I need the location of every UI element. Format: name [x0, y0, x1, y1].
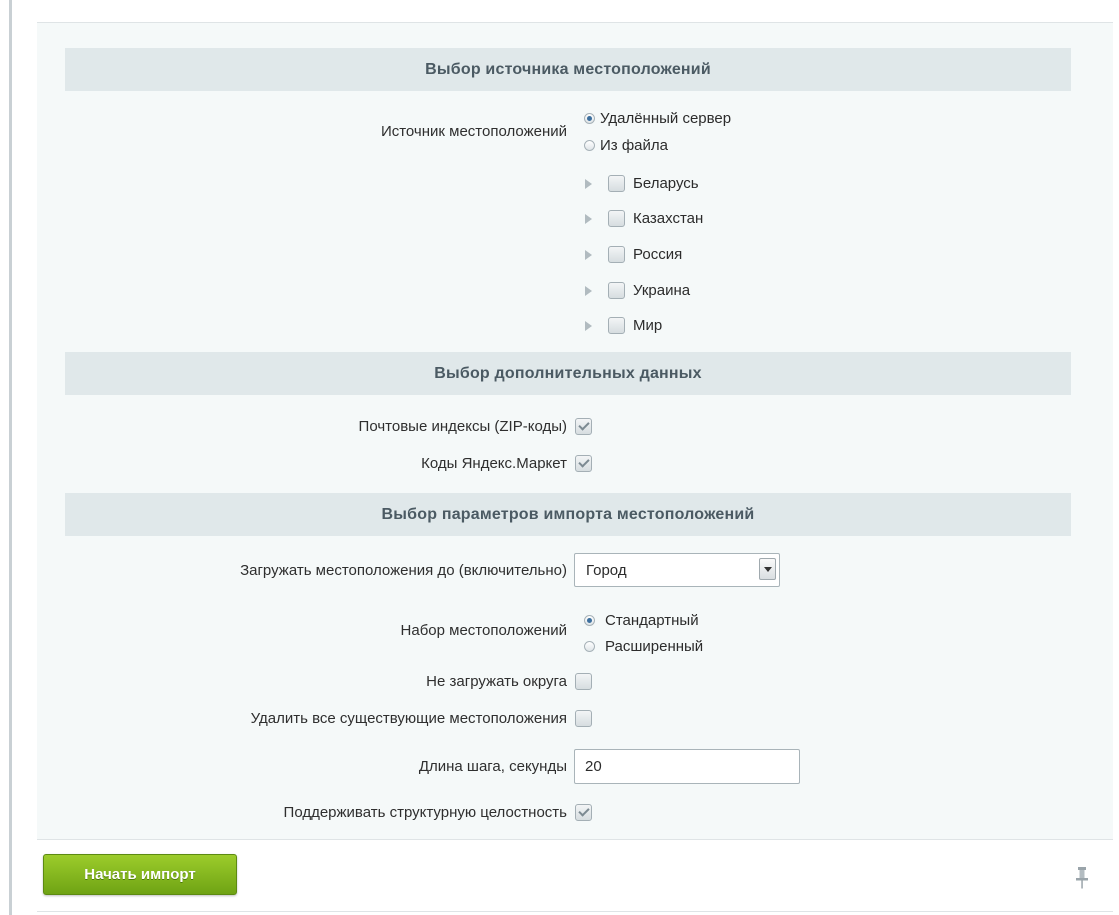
- section-header-extra: Выбор дополнительных данных: [65, 352, 1071, 395]
- country-label-kazakhstan: Казахстан: [633, 210, 704, 227]
- country-label-ukraine: Украина: [633, 282, 691, 299]
- panel-bottom-border: [37, 911, 1113, 912]
- expand-arrow-icon[interactable]: [585, 249, 592, 260]
- zip-codes-label: Почтовые индексы (ZIP-коды): [358, 418, 567, 435]
- radio-remote[interactable]: [584, 113, 595, 124]
- location-set-label: Набор местоположений: [400, 622, 567, 639]
- section-title-params: Выбор параметров импорта местоположений: [381, 505, 755, 523]
- radio-standard[interactable]: [584, 615, 595, 626]
- expand-arrow-icon[interactable]: [585, 213, 592, 224]
- radio-file[interactable]: [584, 140, 595, 151]
- integrity-checkbox[interactable]: [575, 804, 592, 821]
- section-header-params: Выбор параметров импорта местоположений: [65, 493, 1071, 536]
- step-length-input[interactable]: [574, 749, 800, 784]
- section-header-source: Выбор источника местоположений: [65, 48, 1071, 91]
- section-title-extra: Выбор дополнительных данных: [434, 364, 702, 382]
- expand-arrow-icon[interactable]: [585, 285, 592, 296]
- start-import-button[interactable]: Начать импорт: [43, 854, 237, 895]
- country-item-world[interactable]: Мир: [585, 317, 662, 334]
- radio-option-extended[interactable]: Расширенный: [584, 638, 703, 655]
- radio-extended-label: Расширенный: [605, 638, 704, 655]
- yandex-market-label: Коды Яндекс.Маркет: [421, 455, 567, 472]
- integrity-label: Поддерживать структурную целостность: [283, 804, 567, 821]
- load-until-label: Загружать местоположения до (включительн…: [240, 562, 567, 579]
- country-checkbox-world[interactable]: [608, 317, 625, 334]
- radio-standard-label: Стандартный: [605, 612, 699, 629]
- expand-arrow-icon[interactable]: [585, 320, 592, 331]
- radio-file-label: Из файла: [600, 137, 668, 154]
- radio-option-remote[interactable]: Удалённый сервер: [584, 110, 731, 127]
- country-checkbox-russia[interactable]: [608, 246, 625, 263]
- no-districts-label: Не загружать округа: [426, 673, 567, 690]
- country-item-kazakhstan[interactable]: Казахстан: [585, 210, 703, 227]
- radio-extended[interactable]: [584, 641, 595, 652]
- zip-codes-checkbox[interactable]: [575, 418, 592, 435]
- country-checkbox-ukraine[interactable]: [608, 282, 625, 299]
- load-until-select[interactable]: Город: [574, 553, 780, 587]
- section-title-source: Выбор источника местоположений: [425, 60, 711, 78]
- country-item-russia[interactable]: Россия: [585, 246, 682, 263]
- delete-existing-checkbox[interactable]: [575, 710, 592, 727]
- country-label-belarus: Беларусь: [633, 175, 699, 192]
- country-checkbox-belarus[interactable]: [608, 175, 625, 192]
- yandex-market-checkbox[interactable]: [575, 455, 592, 472]
- step-length-label: Длина шага, секунды: [418, 758, 567, 775]
- country-label-russia: Россия: [633, 246, 683, 263]
- radio-remote-label: Удалённый сервер: [600, 110, 732, 127]
- left-border: [9, 0, 12, 915]
- source-label: Источник местоположений: [380, 123, 567, 140]
- expand-arrow-icon[interactable]: [585, 178, 592, 189]
- pin-icon[interactable]: [1075, 866, 1089, 890]
- no-districts-checkbox[interactable]: [575, 673, 592, 690]
- country-item-ukraine[interactable]: Украина: [585, 282, 690, 299]
- radio-option-standard[interactable]: Стандартный: [584, 612, 699, 629]
- country-item-belarus[interactable]: Беларусь: [585, 175, 699, 192]
- chevron-down-icon[interactable]: [759, 558, 776, 580]
- country-checkbox-kazakhstan[interactable]: [608, 210, 625, 227]
- load-until-value: Город: [586, 562, 627, 579]
- radio-option-file[interactable]: Из файла: [584, 137, 668, 154]
- delete-existing-label: Удалить все существующие местоположения: [250, 710, 567, 727]
- country-label-world: Мир: [633, 317, 663, 334]
- start-import-label: Начать импорт: [84, 866, 196, 883]
